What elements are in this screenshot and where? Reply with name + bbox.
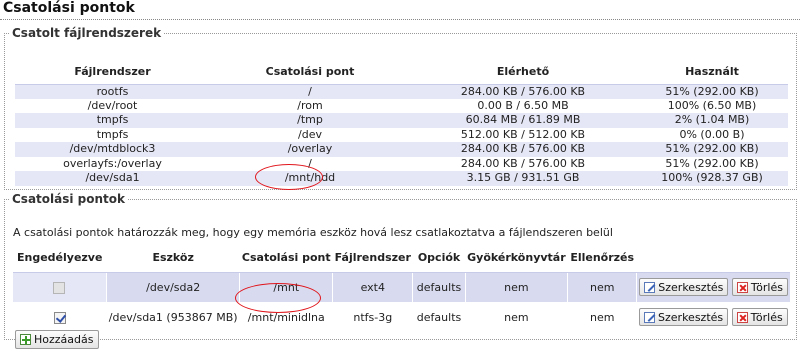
delete-icon <box>736 311 748 323</box>
available-cell: 284.00 KB / 576.00 KB <box>410 142 636 157</box>
mount-point-cell: /rom <box>210 98 410 113</box>
add-label: Hozzáadás <box>34 333 94 346</box>
filesystem-row: /dev/root/rom 0.00 B / 6.50 MB 100% (6.50 … <box>15 98 788 113</box>
mount-point-cell: /mnt/hdd <box>210 171 410 186</box>
column-header: Fájlrendszer <box>15 60 210 85</box>
add-icon <box>20 334 31 345</box>
filesystem-row: /dev/mtdblock3/overlay 284.00 KB / 576.00… <box>15 142 788 157</box>
filesystem-cell: tmpfs <box>15 113 210 128</box>
filesystem-cell: rootfs <box>15 84 210 99</box>
filesystem-row: tmpfs/dev 512.00 KB / 512.00 KB 0% (0.00 B… <box>15 127 788 142</box>
available-cell: 284.00 KB / 576.00 KB <box>410 84 636 99</box>
column-header: Ellenőrzés <box>567 244 637 273</box>
enabled-checkbox[interactable] <box>53 281 66 294</box>
edit-label: Szerkesztés <box>658 310 724 324</box>
mount-points-section: Csatolási pontok A csatolási pontok hatá… <box>4 192 797 349</box>
filesystem-cell: /dev/sda1 <box>15 171 210 186</box>
filesystem-cell: ntfs-3g <box>332 302 413 332</box>
column-header: Engedélyezve <box>13 244 107 273</box>
page-title: Csatolási pontok <box>3 0 135 16</box>
filesystem-cell: tmpfs <box>15 127 210 142</box>
mounted-filesystems-section: Csatolt fájlrendszerek Fájlrendszer Csat… <box>4 26 797 190</box>
used-cell: 51% (292.00 KB) <box>636 84 788 99</box>
section-description: A csatolási pontok határozzák meg, hogy … <box>13 226 613 239</box>
actions-cell: Szerkesztés Törlés <box>636 302 790 332</box>
device-cell: /dev/sda2 <box>105 272 240 302</box>
enabled-cell <box>13 272 107 302</box>
edit-button[interactable]: Szerkesztés <box>639 308 729 326</box>
available-cell: 512.00 KB / 512.00 KB <box>410 127 636 142</box>
mount-point-cell: /dev <box>210 127 410 142</box>
mount-point-cell: /mnt/minidlna <box>239 302 333 332</box>
mount-points-table: Engedélyezve Eszköz Csatolási pont Fájlr… <box>13 244 790 332</box>
section-legend: Csatolási pontok <box>12 192 126 206</box>
used-cell: 100% (928.37 GB) <box>636 171 788 186</box>
mount-point-cell: /mnt <box>239 272 333 302</box>
edit-icon <box>644 311 656 323</box>
edit-icon <box>644 281 656 293</box>
column-header: Eszköz <box>106 244 240 273</box>
device-cell: /dev/sda1 (953867 MB) <box>106 302 240 332</box>
title-divider <box>0 19 800 20</box>
mount-row: /dev/sda2 /mnt ext4 defaults nem nem Sze… <box>13 272 790 302</box>
delete-button[interactable]: Törlés <box>731 308 788 326</box>
filesystem-row: /dev/sda1/mnt/hdd 3.15 GB / 931.51 GB 100%… <box>15 171 788 186</box>
add-button[interactable]: Hozzáadás <box>15 330 99 349</box>
root-cell: nem <box>464 272 568 302</box>
mount-point-cell: / <box>210 84 410 99</box>
delete-icon <box>736 281 748 293</box>
available-cell: 284.00 KB / 576.00 KB <box>410 156 636 171</box>
edit-label: Szerkesztés <box>658 280 724 294</box>
filesystem-cell: /dev/mtdblock3 <box>15 142 210 157</box>
actions-cell: Szerkesztés Törlés <box>636 272 790 302</box>
options-cell: defaults <box>412 302 466 332</box>
mount-point-cell: /overlay <box>210 142 410 157</box>
check-cell: nem <box>567 302 637 332</box>
column-header: Csatolási pont <box>239 244 333 273</box>
used-cell: 0% (0.00 B) <box>636 127 788 142</box>
column-header: Csatolási pont <box>210 60 410 85</box>
check-cell: nem <box>567 272 637 302</box>
filesystem-row: tmpfs/tmp 60.84 MB / 61.89 MB 2% (1.04 MB) <box>15 113 788 128</box>
available-cell: 60.84 MB / 61.89 MB <box>410 113 636 128</box>
available-cell: 3.15 GB / 931.51 GB <box>410 171 636 186</box>
column-header: Opciók <box>412 244 466 273</box>
actions-header <box>636 244 790 273</box>
options-cell: defaults <box>412 272 466 302</box>
filesystem-row: rootfs/284.00 KB / 576.00 KB 51% (292.00 … <box>15 84 788 99</box>
section-legend: Csatolt fájlrendszerek <box>12 26 162 40</box>
used-cell: 51% (292.00 KB) <box>636 156 788 171</box>
used-cell: 51% (292.00 KB) <box>636 142 788 157</box>
delete-label: Törlés <box>750 310 783 324</box>
used-cell: 2% (1.04 MB) <box>636 113 788 128</box>
filesystem-cell: overlayfs:/overlay <box>15 156 210 171</box>
edit-button[interactable]: Szerkesztés <box>639 278 729 297</box>
enabled-cell <box>13 302 107 332</box>
column-header: Fájlrendszer <box>332 244 413 273</box>
mount-point-cell: / <box>210 156 410 171</box>
delete-button[interactable]: Törlés <box>731 278 788 297</box>
column-header: Elérhető <box>410 60 636 85</box>
enabled-checkbox[interactable] <box>53 311 66 324</box>
mount-row: /dev/sda1 (953867 MB) /mnt/minidlna ntfs… <box>13 302 790 332</box>
root-cell: nem <box>465 302 568 332</box>
available-cell: 0.00 B / 6.50 MB <box>410 98 636 113</box>
filesystem-cell: ext4 <box>332 272 413 302</box>
mounted-filesystems-table: Fájlrendszer Csatolási pont Elérhető Has… <box>15 60 788 186</box>
delete-label: Törlés <box>750 280 783 294</box>
column-header: Használt <box>636 60 788 85</box>
filesystem-cell: /dev/root <box>15 98 210 113</box>
filesystem-row: overlayfs:/overlay/284.00 KB / 576.00 KB… <box>15 156 788 171</box>
column-header: Gyökérkönyvtár <box>465 244 568 273</box>
mount-point-cell: /tmp <box>210 113 410 128</box>
used-cell: 100% (6.50 MB) <box>636 98 788 113</box>
